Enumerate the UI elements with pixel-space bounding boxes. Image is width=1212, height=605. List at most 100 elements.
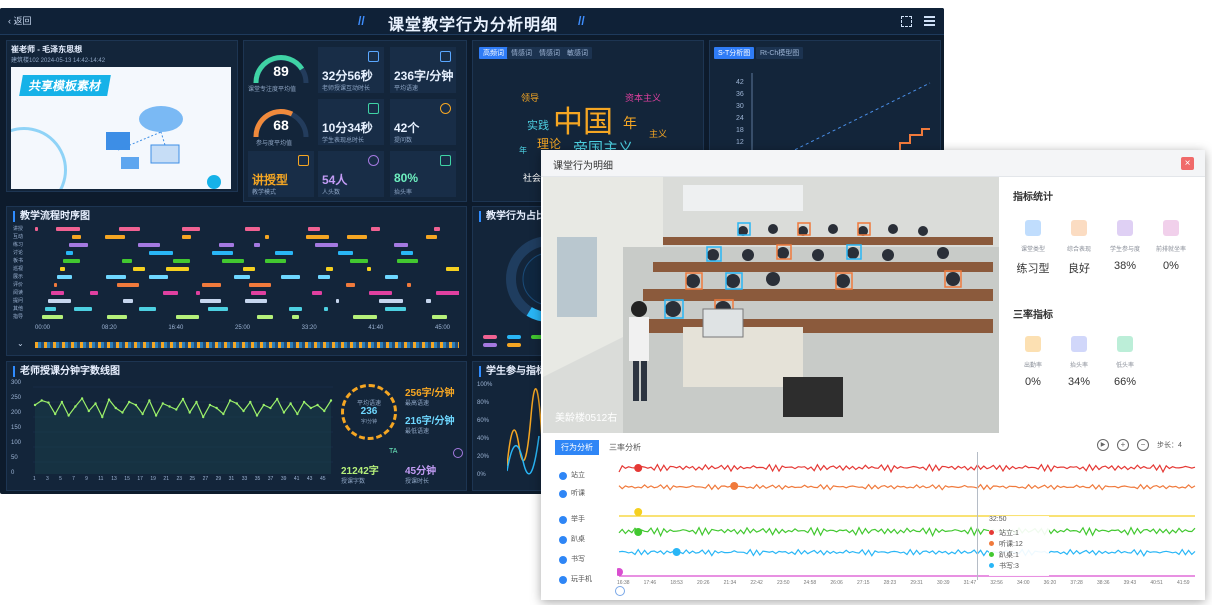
close-button[interactable]: ×: [1181, 157, 1194, 170]
tab-high-freq[interactable]: 高频词: [479, 47, 508, 59]
flow-xtick: 45:00: [435, 325, 451, 331]
speed-point: [47, 401, 50, 404]
teaching-mode-card: 讲授型 教学模式: [248, 151, 314, 197]
speed-xtick: 39: [280, 476, 287, 482]
metric-label: 综合表现: [1066, 247, 1091, 253]
flow-row-label: 其他: [13, 306, 24, 312]
rate-value: 34%: [1067, 376, 1091, 388]
stat-label: 人头数: [322, 190, 341, 196]
flow-segment: [122, 259, 132, 263]
tab-behavior-analysis[interactable]: 行为分析: [555, 440, 599, 455]
flow-segment: [123, 299, 133, 303]
speed-max-value: 256字/分钟: [405, 388, 455, 399]
total-words-value: 21242字: [341, 466, 379, 477]
legend-swatch: [507, 335, 521, 339]
flow-segment: [45, 307, 56, 311]
chart-tooltip: 32:50 站立:1 听课:12 趴桌:1 书写:3: [989, 516, 1049, 576]
flow-segment: [426, 235, 437, 239]
flow-segment: [72, 235, 81, 239]
stat-card-5: 80% 抬头率: [390, 151, 456, 197]
speed-xtick: 43: [306, 476, 313, 482]
tab-st-analysis[interactable]: S-T分析图: [714, 47, 755, 59]
tooltip-dot: [989, 541, 994, 546]
timeline-scrubber[interactable]: [615, 586, 625, 596]
rate-label: 抬头率: [1069, 363, 1088, 369]
teaching-mode-label: 教学模式: [252, 190, 277, 196]
flow-segment: [106, 275, 126, 279]
speed-xtick: 3: [46, 476, 49, 482]
flow-segment: [51, 291, 64, 295]
eye-icon: [559, 556, 567, 564]
flow-row-label: 指导: [13, 314, 24, 320]
title-decor-left: //: [358, 14, 365, 28]
speed-point: [215, 406, 218, 410]
speed-max-label: 最高语速: [405, 401, 430, 407]
eye-icon: [559, 536, 567, 544]
duration-value: 45分钟: [405, 466, 437, 477]
behavior-label: 站立: [571, 472, 585, 479]
behavior-series: [618, 548, 1196, 557]
teacher-name: 崔老师 - 毛泽东思想: [11, 45, 83, 54]
menu-icon[interactable]: [924, 16, 935, 26]
flow-segment: [289, 307, 302, 311]
flow-segment: [338, 251, 353, 255]
speed-yaxis: 300 250 200 150 100 50 0: [11, 380, 31, 476]
play-icon[interactable]: ▶: [1097, 439, 1109, 451]
participation-score: 68: [273, 117, 289, 133]
speed-point: [154, 414, 158, 417]
flow-progress-bar[interactable]: [35, 342, 459, 348]
time-tick: 23:50: [777, 580, 790, 586]
mode-icon: [298, 155, 309, 166]
flow-segment: [48, 299, 71, 303]
engagement-ytick: 20%: [477, 454, 490, 460]
zoom-out-icon[interactable]: −: [1137, 439, 1149, 451]
back-label: 返回: [13, 16, 32, 26]
tab-sensitive[interactable]: 敏感词: [563, 47, 592, 59]
time-tick: 41:59: [1177, 580, 1190, 586]
speed-point: [201, 415, 205, 419]
back-button[interactable]: ‹ 返回: [8, 14, 32, 27]
word-7: 主义: [649, 130, 668, 140]
eye-icon: [559, 472, 567, 480]
flow-segment: [182, 235, 191, 239]
flow-row-label: 练习: [13, 242, 24, 248]
stat-value: 80%: [394, 171, 419, 185]
slide-thumbnail[interactable]: 共享模板素材: [11, 67, 231, 189]
word-3: 领导: [521, 94, 540, 104]
speed-min-label: 最低语速: [405, 429, 430, 435]
speed-point: [87, 409, 91, 413]
st-ytick-3: 24: [736, 115, 744, 122]
behavior-label: 玩手机: [571, 576, 592, 583]
st-ytick-5: 12: [736, 139, 744, 146]
classroom-video[interactable]: 美龄楼0512右: [543, 177, 999, 433]
tab-rtch-model[interactable]: Rt-Ch模型图: [756, 47, 804, 59]
stat-value: 42个: [394, 121, 420, 135]
flow-segment: [219, 243, 234, 247]
zoom-in-icon[interactable]: +: [1117, 439, 1129, 451]
speed-point: [316, 403, 319, 407]
rate-value: 66%: [1113, 376, 1137, 388]
slide-circle-decor: [11, 127, 67, 189]
flow-segment: [353, 315, 377, 319]
legend-swatch: [483, 335, 497, 339]
tooltip-dot: [989, 552, 994, 557]
metric-label: 学生参与度: [1109, 247, 1140, 253]
st-ytick-2: 30: [736, 103, 744, 110]
chevron-down-icon[interactable]: ⌄: [17, 339, 24, 348]
flow-segment: [326, 267, 333, 271]
stat-card-4: 54人 人头数: [318, 151, 384, 197]
tab-emotion-2[interactable]: 情感词: [535, 47, 564, 59]
rate-label: 出勤率: [1023, 363, 1042, 369]
tab-emotion-1[interactable]: 情感词: [507, 47, 536, 59]
flow-segment: [257, 315, 273, 319]
duration-label: 授课时长: [405, 479, 430, 485]
speed-xtick: 7: [72, 476, 75, 482]
flow-segment: [243, 267, 255, 271]
tooltip-item: 趴桌:1: [999, 552, 1019, 559]
speed-point: [33, 403, 37, 407]
flow-title: 教学流程时序图: [13, 211, 90, 222]
flow-segment: [249, 283, 271, 287]
fullscreen-icon[interactable]: [901, 16, 912, 27]
speed-point: [282, 411, 286, 414]
speed-ytick: 100: [11, 440, 22, 446]
